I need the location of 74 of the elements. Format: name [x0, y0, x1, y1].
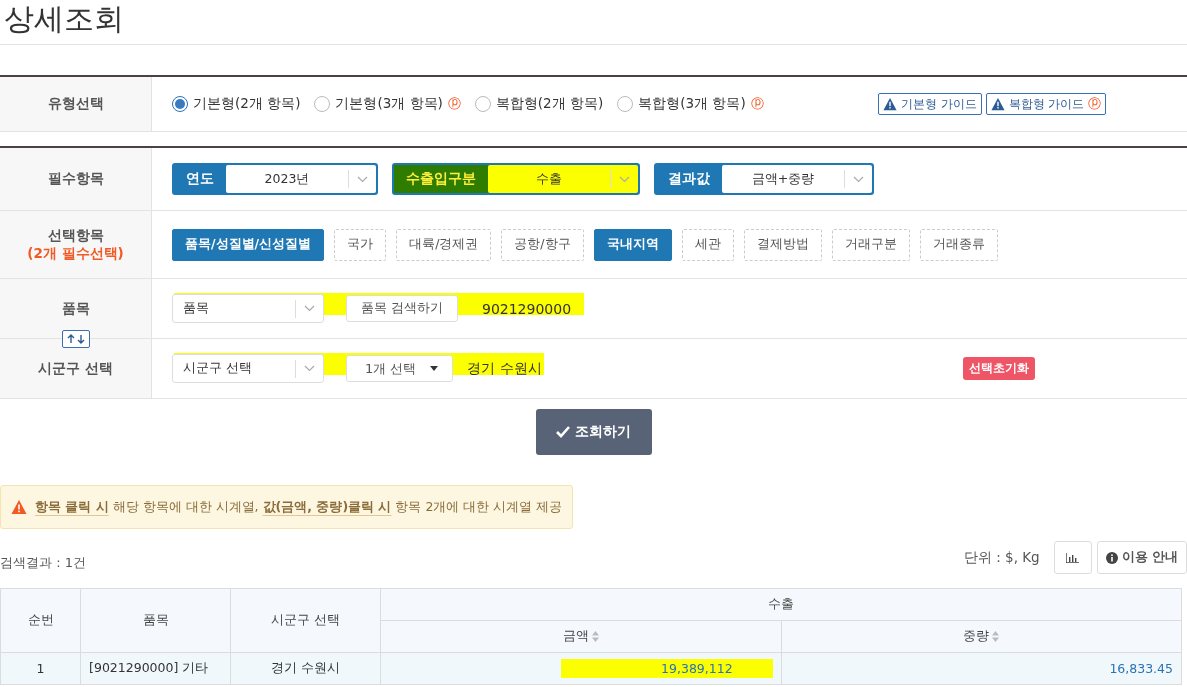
- select-field[interactable]: 품목: [172, 294, 324, 323]
- value-cell[interactable]: 19,389,112: [380, 652, 782, 685]
- premium-label: ⓟ: [447, 95, 461, 113]
- selected-region: 경기 수원시: [467, 359, 542, 378]
- option-chip[interactable]: 국가: [334, 228, 387, 261]
- row-label: 필수항목: [47, 170, 104, 188]
- column-group-header: 수출: [380, 588, 1182, 621]
- sort-icon[interactable]: [591, 631, 599, 642]
- option-chip[interactable]: 국내지역: [593, 228, 672, 261]
- option-chip[interactable]: 결제방법: [743, 228, 822, 261]
- table-cell: 1: [0, 652, 81, 685]
- premium-label: ⓟ: [1088, 95, 1102, 113]
- radio-label[interactable]: 기본형(3개 항목): [335, 95, 443, 113]
- unit-label: 단위 : $, Kg: [963, 548, 1040, 567]
- option-chip[interactable]: 세관: [681, 228, 734, 261]
- table-cell: [9021290000] 기타: [80, 652, 231, 685]
- multi-select-dropdown[interactable]: 1개 선택: [346, 355, 454, 382]
- swap-button[interactable]: [62, 330, 90, 348]
- radio-button[interactable]: [617, 96, 634, 112]
- select-value-area: 2023년: [226, 165, 376, 193]
- item-code: 9021290000: [482, 300, 572, 317]
- option-chip[interactable]: 거래구분: [831, 228, 910, 261]
- column-header: 품목: [80, 588, 231, 653]
- info-icon: [1105, 551, 1118, 564]
- radio-label[interactable]: 복합형(2개 항목): [495, 95, 604, 113]
- chevron-down-icon: [619, 175, 630, 183]
- guide-button[interactable]: 복합형 가이드 ⓟ: [985, 93, 1107, 115]
- column-header: 시군구 선택: [230, 588, 381, 653]
- select-field[interactable]: 시군구 선택: [172, 354, 324, 383]
- select-field[interactable]: 연도 2023년: [172, 163, 378, 195]
- item-search-button[interactable]: 품목 검색하기: [346, 295, 458, 322]
- chart-button[interactable]: [1053, 541, 1092, 574]
- warning-icon: [882, 97, 897, 111]
- premium-label: ⓟ: [750, 95, 764, 113]
- caret-icon: [430, 366, 439, 371]
- row-label: 품목: [61, 299, 90, 318]
- row-label: 시군구 선택: [38, 359, 113, 378]
- bar-chart-icon: [1066, 552, 1080, 563]
- chevron-down-icon: [357, 175, 368, 183]
- option-chip[interactable]: 품목/성질별/신성질별: [172, 228, 325, 261]
- guide-button[interactable]: 이용 안내: [1096, 541, 1187, 574]
- radio-label[interactable]: 기본형(2개 항목): [193, 95, 301, 113]
- column-header[interactable]: 중량: [781, 620, 1182, 653]
- radio-button[interactable]: [172, 96, 188, 112]
- warning-icon: [990, 97, 1005, 111]
- option-chip[interactable]: 공항/항구: [501, 228, 584, 261]
- value-cell[interactable]: 16,833.45: [781, 652, 1182, 685]
- select-field[interactable]: 수출입구분 수출: [392, 163, 640, 195]
- required-note: (2개 필수선택): [27, 244, 124, 263]
- row-label: 유형선택: [47, 95, 104, 113]
- warning-icon: [11, 499, 27, 515]
- select-value-area: 수출: [488, 165, 638, 193]
- radio-button[interactable]: [314, 96, 331, 112]
- search-button[interactable]: 조회하기: [535, 409, 652, 455]
- sort-icon[interactable]: [992, 631, 1000, 642]
- chevron-down-icon: [853, 175, 864, 183]
- select-value-area: 금액+중량: [722, 165, 872, 193]
- result-count: 검색결과 : 1건: [0, 554, 86, 572]
- chevron-down-icon: [304, 365, 315, 372]
- table-cell: 경기 수원시: [230, 652, 381, 685]
- column-header: 순번: [0, 588, 81, 653]
- notice-text: 항목 클릭 시 해당 항목에 대한 시계열, 값(금액, 중량)클릭 시 항목 2개에 대한 시계열 제공: [35, 498, 563, 516]
- up-down-arrows-icon: [67, 334, 85, 344]
- check-icon: [556, 426, 570, 438]
- chevron-down-icon: [304, 305, 315, 312]
- guide-button[interactable]: 기본형 가이드: [877, 93, 982, 115]
- row-label: 선택항목: [47, 226, 104, 245]
- radio-button[interactable]: [474, 96, 491, 112]
- page-title: 상세조회: [0, 0, 1187, 45]
- column-header[interactable]: 금액: [380, 620, 782, 653]
- option-chip[interactable]: 대륙/경제권: [396, 228, 492, 261]
- option-chip[interactable]: 거래종류: [919, 228, 998, 261]
- radio-label[interactable]: 복합형(3개 항목): [638, 95, 746, 113]
- select-field[interactable]: 결과값 금액+중량: [654, 163, 874, 195]
